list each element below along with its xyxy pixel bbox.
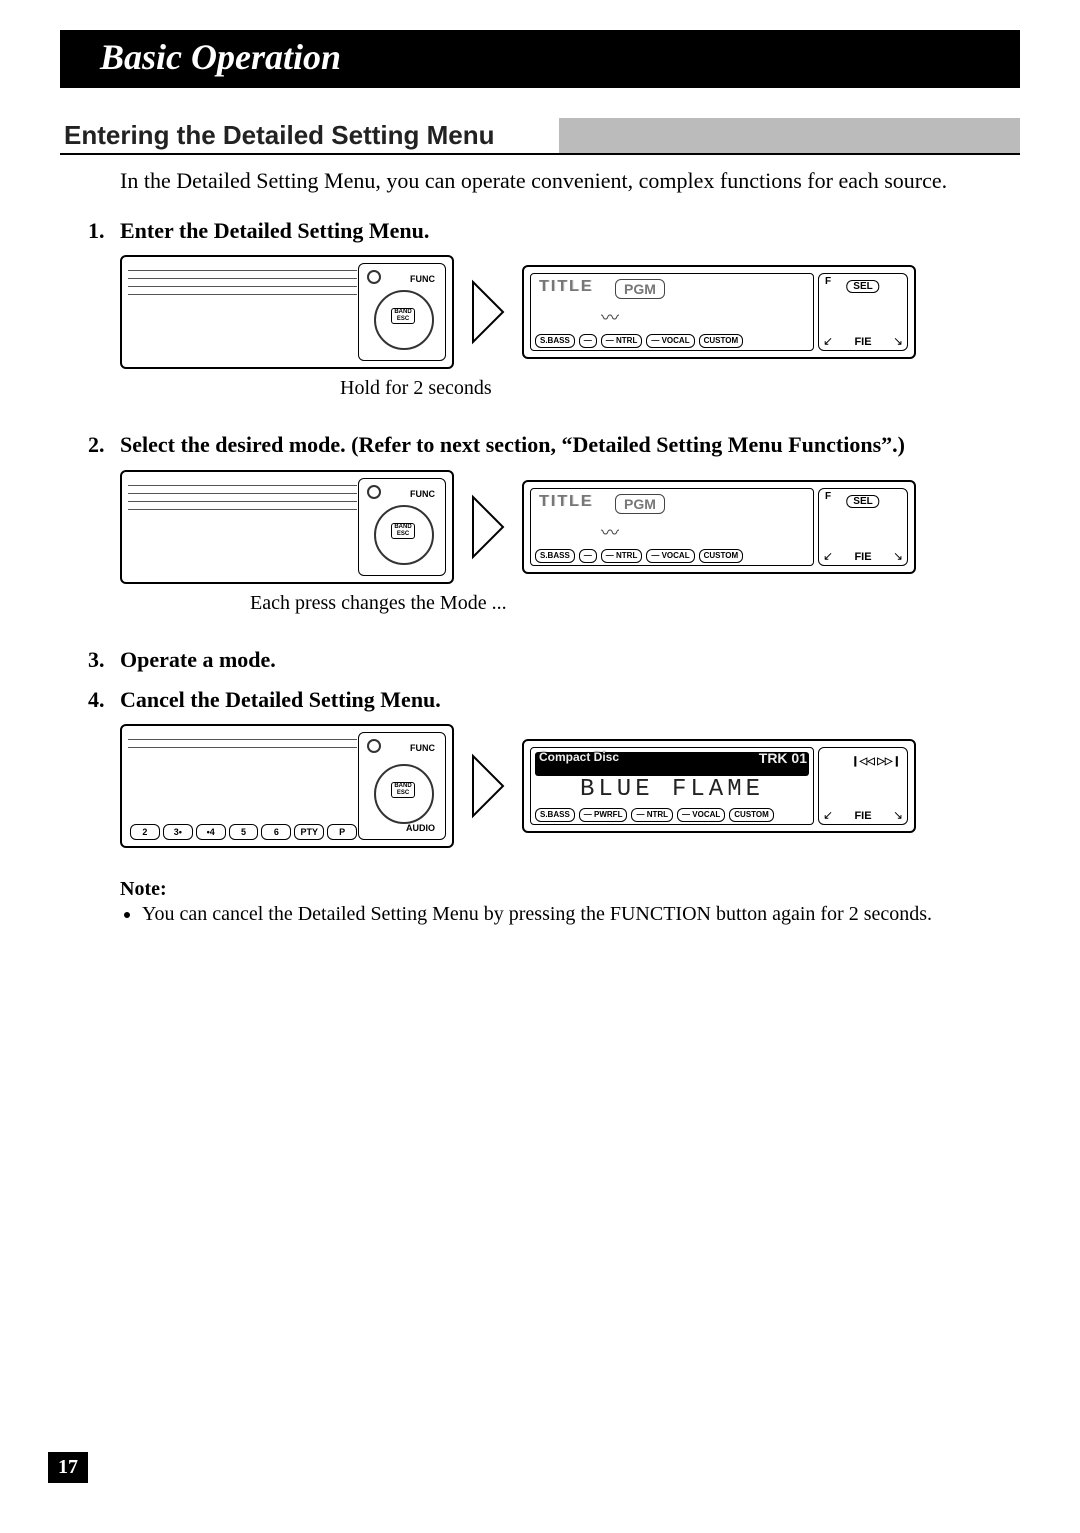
soft-custom: CUSTOM bbox=[699, 334, 744, 348]
preset-6: 6 bbox=[261, 824, 291, 840]
soft-sbass: S.BASS bbox=[535, 808, 575, 822]
arrow-icon bbox=[468, 751, 508, 821]
step-number: 1. bbox=[88, 216, 120, 246]
func-label: FUNC bbox=[410, 743, 435, 753]
preset-pty: PTY bbox=[294, 824, 324, 840]
next-track-icon: ▷▷❙ bbox=[877, 756, 901, 767]
func-label: FUNC bbox=[410, 274, 435, 284]
power-icon bbox=[367, 485, 381, 499]
soft-b: ― bbox=[579, 334, 597, 348]
chapter-title: Basic Operation bbox=[60, 30, 1020, 88]
left-curve-icon: ↙ bbox=[823, 549, 833, 563]
f-label: F bbox=[825, 276, 831, 287]
left-curve-icon: ↙ bbox=[823, 334, 833, 348]
preset-2: 2 bbox=[130, 824, 160, 840]
arrow-icon bbox=[468, 492, 508, 562]
soft-ntrl: ― NTRL bbox=[601, 334, 643, 348]
panel-illustration: FUNC BANDESC AUDIO 2 3• •4 5 6 PTY P bbox=[120, 724, 454, 848]
softkey-row: S.BASS ― PWRFL ― NTRL ― VOCAL CUSTOM bbox=[535, 808, 809, 822]
right-curve-icon: ↘ bbox=[893, 334, 903, 348]
right-curve-icon: ↘ bbox=[893, 808, 903, 822]
diagram-step-1: FUNC BANDESC TITLE PGM 〰 S.BASS ― ― NTRL… bbox=[120, 255, 1020, 369]
soft-custom: CUSTOM bbox=[729, 808, 774, 822]
track-number: TRK 01 bbox=[759, 750, 807, 766]
track-title: BLUE FLAME bbox=[531, 776, 813, 803]
step-number: 3. bbox=[88, 645, 120, 675]
sel-button: SEL bbox=[846, 495, 879, 508]
diagram-step-2: FUNC BANDESC TITLE PGM 〰 S.BASS ― ― NTRL… bbox=[120, 470, 1020, 584]
step-text: Enter the Detailed Setting Menu. bbox=[120, 216, 1020, 246]
soft-sbass: S.BASS bbox=[535, 334, 575, 348]
note-title: Note: bbox=[120, 878, 1020, 901]
left-curve-icon: ↙ bbox=[823, 808, 833, 822]
step-1: 1. Enter the Detailed Setting Menu. bbox=[88, 216, 1020, 246]
soft-vocal: ― VOCAL bbox=[646, 549, 694, 563]
signal-icon: 〰 bbox=[601, 304, 619, 330]
intro-text: In the Detailed Setting Menu, you can op… bbox=[120, 167, 1020, 196]
note-block: Note: You can cancel the Detailed Settin… bbox=[120, 878, 1020, 926]
section-heading: Entering the Detailed Setting Menu bbox=[60, 118, 1020, 155]
preset-4: •4 bbox=[196, 824, 226, 840]
title-label: TITLE bbox=[539, 493, 593, 511]
step-2: 2. Select the desired mode. (Refer to ne… bbox=[88, 430, 1020, 460]
band-esc-button: BANDESC bbox=[391, 523, 415, 539]
step-3: 3. Operate a mode. bbox=[88, 645, 1020, 675]
pgm-badge: PGM bbox=[615, 494, 665, 514]
cd-label: Compact Disc bbox=[539, 750, 619, 764]
soft-vocal: ― VOCAL bbox=[646, 334, 694, 348]
soft-pwrfl: ― PWRFL bbox=[579, 808, 628, 822]
title-label: TITLE bbox=[539, 278, 593, 296]
caption-2: Each press changes the Mode ... bbox=[250, 592, 1020, 615]
caption-1: Hold for 2 seconds bbox=[340, 377, 1020, 400]
preset-row: 2 3• •4 5 6 PTY P bbox=[130, 824, 357, 840]
power-icon bbox=[367, 270, 381, 284]
fie-label: FIE bbox=[854, 336, 871, 348]
diagram-step-4: FUNC BANDESC AUDIO 2 3• •4 5 6 PTY P Com… bbox=[120, 724, 1020, 848]
softkey-row: S.BASS ― ― NTRL ― VOCAL CUSTOM bbox=[535, 549, 809, 563]
sel-button: SEL bbox=[846, 280, 879, 293]
note-item: You can cancel the Detailed Setting Menu… bbox=[142, 903, 1020, 926]
func-label: FUNC bbox=[410, 489, 435, 499]
step-4: 4. Cancel the Detailed Setting Menu. bbox=[88, 685, 1020, 715]
panel-illustration: FUNC BANDESC bbox=[120, 255, 454, 369]
step-number: 2. bbox=[88, 430, 120, 460]
pgm-badge: PGM bbox=[615, 279, 665, 299]
preset-5: 5 bbox=[229, 824, 259, 840]
display-illustration-3: Compact Disc TRK 01 BLUE FLAME S.BASS ― … bbox=[522, 739, 916, 833]
fie-label: FIE bbox=[854, 810, 871, 822]
soft-b: ― bbox=[579, 549, 597, 563]
signal-icon: 〰 bbox=[601, 519, 619, 545]
f-label: F bbox=[825, 491, 831, 502]
arrow-icon bbox=[468, 277, 508, 347]
soft-ntrl: ― NTRL bbox=[601, 549, 643, 563]
preset-p: P bbox=[327, 824, 357, 840]
prev-track-icon: ❙◁◁ bbox=[845, 756, 881, 767]
step-text: Select the desired mode. (Refer to next … bbox=[120, 430, 1020, 460]
band-esc-button: BANDESC bbox=[391, 782, 415, 798]
step-number: 4. bbox=[88, 685, 120, 715]
panel-illustration: FUNC BANDESC bbox=[120, 470, 454, 584]
soft-sbass: S.BASS bbox=[535, 549, 575, 563]
display-illustration-2: TITLE PGM 〰 S.BASS ― ― NTRL ― VOCAL CUST… bbox=[522, 480, 916, 574]
soft-ntrl: ― NTRL bbox=[631, 808, 673, 822]
soft-vocal: ― VOCAL bbox=[677, 808, 725, 822]
power-icon bbox=[367, 739, 381, 753]
audio-label: AUDIO bbox=[406, 823, 435, 833]
right-curve-icon: ↘ bbox=[893, 549, 903, 563]
display-illustration-1: TITLE PGM 〰 S.BASS ― ― NTRL ― VOCAL CUST… bbox=[522, 265, 916, 359]
preset-3: 3• bbox=[163, 824, 193, 840]
page-number: 17 bbox=[48, 1452, 88, 1483]
softkey-row: S.BASS ― ― NTRL ― VOCAL CUSTOM bbox=[535, 334, 809, 348]
band-esc-button: BANDESC bbox=[391, 308, 415, 324]
soft-custom: CUSTOM bbox=[699, 549, 744, 563]
fie-label: FIE bbox=[854, 551, 871, 563]
step-text: Cancel the Detailed Setting Menu. bbox=[120, 685, 1020, 715]
step-text: Operate a mode. bbox=[120, 645, 1020, 675]
